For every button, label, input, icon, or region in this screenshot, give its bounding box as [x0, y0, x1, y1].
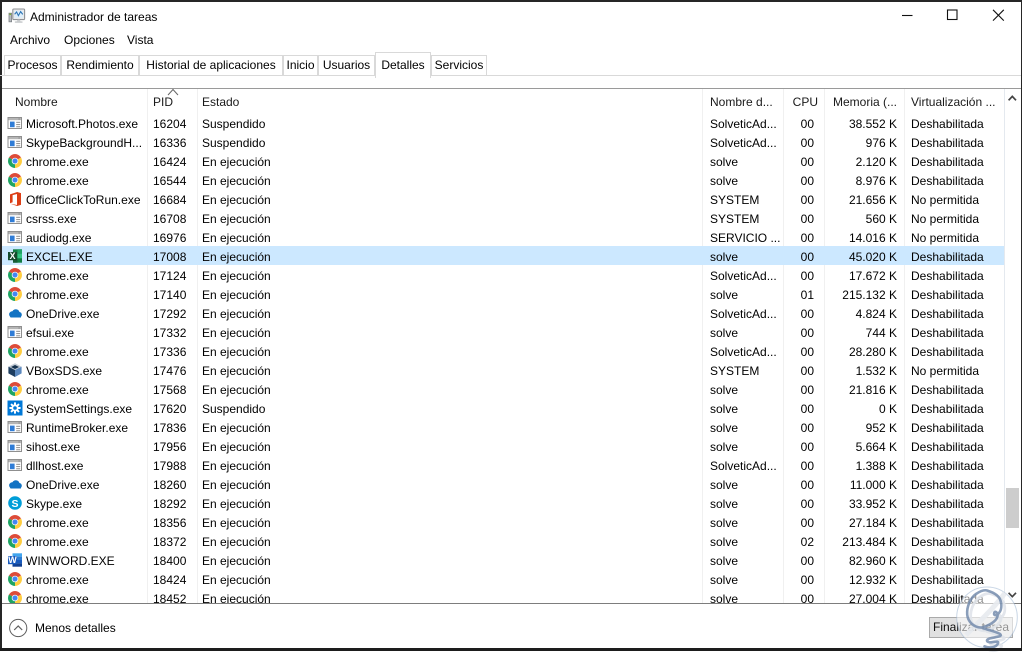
svg-text:X: X: [9, 251, 15, 261]
svg-text:S: S: [11, 498, 18, 510]
svg-text:W: W: [8, 555, 17, 565]
